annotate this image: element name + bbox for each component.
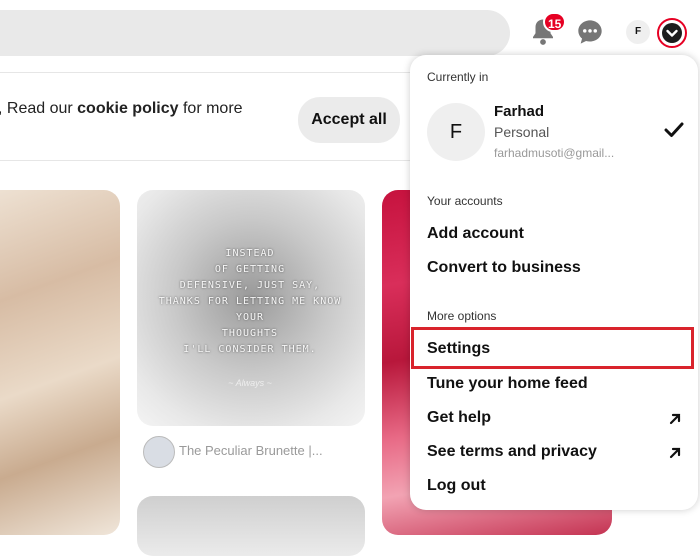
convert-to-business-item[interactable]: Convert to business	[427, 259, 581, 277]
your-accounts-heading: Your accounts	[427, 194, 503, 208]
divider	[0, 72, 410, 73]
pin-quote-text: INSTEAD OF GETTING DEFENSIVE, JUST SAY, …	[150, 246, 350, 358]
account-name[interactable]: Farhad	[494, 103, 544, 120]
quote-line: THANKS FOR LETTING ME KNOW	[158, 296, 342, 307]
settings-item[interactable]: Settings	[427, 340, 490, 358]
log-out-item[interactable]: Log out	[427, 477, 486, 495]
get-help-item[interactable]: Get help	[427, 409, 491, 427]
account-email: farhadmusoti@gmail...	[494, 146, 615, 160]
more-options-heading: More options	[427, 309, 497, 323]
quote-line: THOUGHTS	[221, 328, 279, 339]
terms-and-privacy-item[interactable]: See terms and privacy	[427, 443, 597, 461]
quote-line: YOUR	[235, 312, 265, 323]
divider	[0, 160, 410, 161]
cookie-notice-text: , Read our cookie policy for more	[0, 100, 243, 118]
pin-image-handwriting[interactable]	[0, 190, 120, 535]
pin-author-avatar[interactable]	[143, 436, 175, 468]
accept-all-button[interactable]: Accept all	[298, 97, 400, 143]
account-type: Personal	[494, 124, 550, 140]
messages-icon[interactable]	[576, 18, 604, 46]
currently-in-heading: Currently in	[427, 70, 489, 84]
quote-line: I'LL CONSIDER THEM.	[183, 344, 317, 355]
external-link-arrow-icon	[669, 413, 681, 425]
search-bar[interactable]	[0, 10, 510, 56]
account-avatar[interactable]: F	[427, 103, 485, 161]
external-link-arrow-icon	[669, 447, 681, 459]
quote-line: DEFENSIVE, JUST SAY,	[179, 280, 321, 291]
cookie-policy-link[interactable]: cookie policy	[77, 100, 178, 117]
quote-line: INSTEAD	[225, 248, 275, 259]
pin-author-name[interactable]: The Peculiar Brunette |...	[179, 443, 323, 458]
chevron-down-icon	[662, 23, 682, 43]
profile-avatar[interactable]: F	[626, 20, 650, 44]
pin-image[interactable]	[137, 496, 365, 556]
cookie-text-before: , Read our	[0, 100, 78, 117]
quote-line: OF GETTING	[214, 264, 286, 275]
checkmark-icon	[664, 122, 684, 137]
tune-home-feed-item[interactable]: Tune your home feed	[427, 375, 588, 393]
cookie-text-after: for more	[178, 100, 243, 117]
notification-badge: 15	[543, 12, 567, 32]
account-options-button[interactable]	[657, 18, 687, 48]
add-account-item[interactable]: Add account	[427, 225, 524, 243]
pin-quote-signature: ~ Always ~	[228, 378, 272, 388]
